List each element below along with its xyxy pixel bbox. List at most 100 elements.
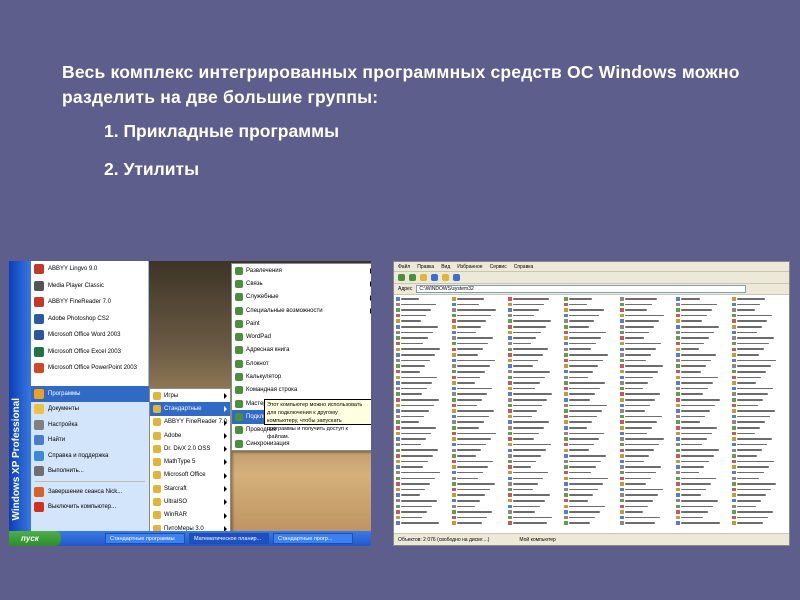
start-menu-item[interactable]: Завершение сеанса Nick... <box>31 484 149 500</box>
folders-icon[interactable] <box>442 274 449 281</box>
start-menu-item[interactable]: Найти <box>31 433 149 449</box>
file-icon <box>732 521 736 525</box>
up-folder-icon[interactable] <box>420 274 427 281</box>
file-icon <box>452 369 456 374</box>
file-icon <box>452 358 456 363</box>
file-name <box>513 488 533 491</box>
file-icon <box>396 442 400 447</box>
file-item[interactable] <box>732 520 789 526</box>
file-icon <box>396 364 400 368</box>
file-name <box>401 449 438 452</box>
file-item[interactable] <box>620 520 678 526</box>
file-name <box>681 298 700 300</box>
menu-item[interactable]: Paint <box>232 317 371 330</box>
file-item[interactable] <box>452 520 510 526</box>
back-icon[interactable] <box>398 274 405 281</box>
menubar-item[interactable]: Правка <box>417 264 434 270</box>
start-menu-pinned-item[interactable]: ABBYY Lingvo 9.0 <box>31 261 148 278</box>
menu-item[interactable]: ABBYY FineReader 7.0 <box>150 416 230 429</box>
file-name <box>569 382 605 384</box>
menu-item-label: Развлечения <box>246 267 282 274</box>
menubar-item[interactable]: Вид <box>441 264 450 270</box>
menu-item[interactable]: Служебные <box>232 291 371 304</box>
file-name <box>569 298 592 300</box>
menu-item[interactable]: Стандартные <box>150 402 230 416</box>
file-icon <box>396 437 400 441</box>
file-name <box>569 499 588 502</box>
file-icon <box>620 498 624 503</box>
start-menu-item[interactable]: Выполнить... <box>31 464 149 480</box>
menu-item[interactable]: Адресная книга <box>232 344 371 357</box>
file-name <box>457 449 481 452</box>
file-icon <box>508 398 512 402</box>
file-name <box>737 471 764 474</box>
views-icon[interactable] <box>453 274 460 281</box>
menubar-item[interactable]: Справка <box>514 264 534 270</box>
file-icon <box>508 482 512 486</box>
file-icon <box>564 493 568 497</box>
menubar-item[interactable]: Файл <box>398 264 410 270</box>
search-icon[interactable] <box>431 274 438 281</box>
file-icon <box>508 325 512 329</box>
start-menu-pinned-item[interactable]: Adobe Photoshop CS2 <box>31 311 148 328</box>
menu-item[interactable]: UltraISO <box>150 495 230 508</box>
file-item[interactable] <box>676 520 734 526</box>
file-item[interactable] <box>564 520 622 526</box>
file-item[interactable] <box>508 520 566 526</box>
file-icon <box>396 482 400 486</box>
start-menu-pinned-item[interactable]: ABBYY FineReader 7.0 <box>31 294 148 311</box>
start-menu-item[interactable]: Программы <box>31 386 149 402</box>
file-name <box>625 455 649 457</box>
start-button[interactable]: пуск <box>9 531 61 546</box>
file-icon <box>564 330 568 335</box>
file-icon <box>620 297 624 301</box>
start-menu-item[interactable]: Выключить компьютер... <box>31 500 149 516</box>
file-icon <box>508 313 512 318</box>
file-icon <box>508 470 512 475</box>
menu-item[interactable]: Adobe <box>150 429 230 442</box>
start-menu-pinned-item[interactable]: Microsoft Office Word 2003 <box>31 327 148 344</box>
menu-item[interactable]: Развлечения <box>232 264 371 277</box>
taskbar-task[interactable]: Математическое планир... <box>189 533 269 544</box>
start-menu-item[interactable]: Справка и поддержка <box>31 448 149 464</box>
address-input[interactable]: C:\WINDOWS\system32 <box>416 285 747 293</box>
menu-item[interactable]: WinRAR <box>150 509 230 522</box>
menu-icon <box>34 419 44 430</box>
file-item[interactable] <box>396 520 454 526</box>
taskbar-task[interactable]: Стандартные программы <box>105 533 185 544</box>
menu-item[interactable]: Microsoft Office <box>150 469 230 482</box>
start-menu-item[interactable]: Настройка <box>31 417 149 433</box>
file-name <box>737 337 774 339</box>
start-menu-pinned-item[interactable]: Microsoft Office PowerPoint 2003 <box>31 360 148 377</box>
menu-icon <box>34 502 44 513</box>
taskbar-task[interactable]: Стандартные прогр... <box>273 533 353 544</box>
menu-item[interactable]: Командная строка <box>232 384 371 397</box>
file-icon <box>732 510 736 514</box>
menu-item[interactable]: WordPad <box>232 330 371 343</box>
menu-item[interactable]: Игры <box>150 389 230 402</box>
file-icon <box>732 313 736 318</box>
start-menu-item[interactable]: Документы <box>31 402 149 418</box>
file-icon <box>620 392 624 396</box>
menu-item[interactable]: MathType 5 <box>150 455 230 468</box>
menubar-item[interactable]: Сервис <box>490 264 507 270</box>
file-name <box>401 326 438 328</box>
menu-item[interactable]: Dr. DivX 2.0 OSS <box>150 442 230 455</box>
start-menu-pinned-item[interactable]: Microsoft Office Excel 2003 <box>31 344 148 361</box>
file-name <box>457 298 484 300</box>
menu-item[interactable]: Starcraft <box>150 482 230 495</box>
file-icon <box>564 504 568 509</box>
menu-item[interactable]: Калькулятор <box>232 370 371 383</box>
file-name <box>569 421 592 423</box>
file-icon <box>620 347 624 352</box>
menubar-item[interactable]: Избранное <box>457 264 482 270</box>
start-menu-pinned-item[interactable]: Media Player Classic <box>31 278 148 295</box>
menu-item[interactable]: Связь <box>232 277 371 290</box>
file-icon <box>732 414 736 419</box>
menu-item[interactable]: Специальные возможности <box>232 304 371 317</box>
file-icon <box>676 504 680 509</box>
menu-item[interactable]: Блокнот <box>232 357 371 370</box>
file-name <box>625 337 644 339</box>
forward-icon[interactable] <box>409 274 416 281</box>
menu-item[interactable]: Синхронизация <box>232 437 371 450</box>
